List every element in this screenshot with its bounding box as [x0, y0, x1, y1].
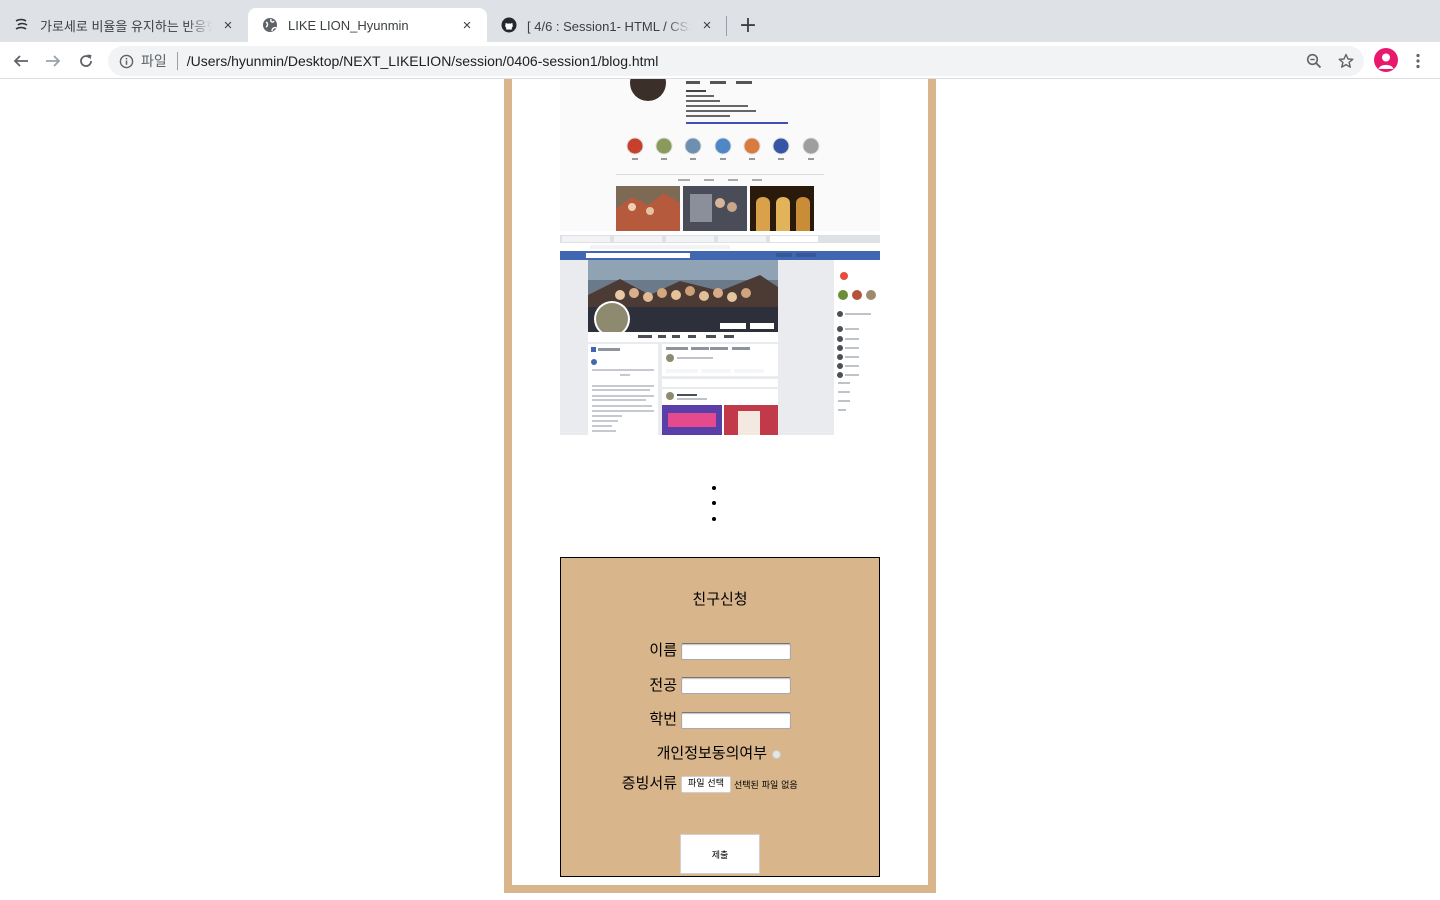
arrow-right-icon [46, 55, 61, 67]
ellipsis-dot [712, 517, 716, 521]
ellipsis-dot [712, 501, 716, 505]
url-text[interactable]: /Users/hyunmin/Desktop/NEXT_LIKELION/ses… [187, 53, 659, 69]
name-label: 이름 [649, 641, 677, 659]
file-choose-button[interactable]: 파일 선택 [681, 776, 731, 793]
facebook-profile-screenshot [560, 235, 880, 435]
forward-button[interactable] [40, 48, 66, 74]
github-icon [501, 17, 517, 33]
more-vert-icon [1416, 53, 1420, 69]
browser-toolbar: 파일 /Users/hyunmin/Desktop/NEXT_LIKELION/… [0, 42, 1440, 79]
zoom-icon[interactable] [1301, 46, 1327, 76]
major-label: 전공 [649, 676, 677, 694]
new-tab-button[interactable]: + [736, 13, 760, 38]
globe-icon [262, 17, 278, 33]
friend-request-form: 친구신청 이름 전공 학번 개인정보동의여부 증빙서류 파일 선택 선택된 파일… [560, 557, 880, 877]
address-bar[interactable]: 파일 /Users/hyunmin/Desktop/NEXT_LIKELION/… [108, 46, 1364, 76]
tab-title: LIKE LION_Hyunmin [288, 17, 409, 33]
address-divider [176, 52, 178, 70]
site-logo-icon [14, 17, 30, 33]
reload-icon [80, 54, 92, 67]
back-button[interactable] [8, 48, 34, 74]
arrow-left-icon [13, 55, 28, 67]
vertical-ellipsis [704, 479, 724, 529]
tab-title: [ 4/6 : Session1- HTML / CSS 기 [527, 18, 691, 34]
close-icon[interactable]: × [697, 15, 717, 35]
reload-button[interactable] [73, 48, 99, 74]
name-input[interactable] [681, 643, 791, 660]
scheme-label: 파일 [141, 53, 167, 69]
info-icon[interactable] [118, 53, 134, 69]
tab-github-session[interactable]: [ 4/6 : Session1- HTML / CSS 기 × [487, 8, 727, 42]
tab-separator [726, 16, 727, 36]
major-input[interactable] [681, 677, 791, 694]
page-viewport[interactable]: 친구신청 이름 전공 학번 개인정보동의여부 증빙서류 파일 선택 선택된 파일… [0, 79, 1440, 900]
profile-avatar[interactable] [1374, 48, 1398, 72]
close-icon[interactable]: × [218, 15, 238, 35]
close-icon[interactable]: × [457, 15, 477, 35]
browser-menu-button[interactable] [1406, 48, 1430, 74]
student-id-label: 학번 [649, 710, 677, 728]
tab-responsive-box[interactable]: 가로세로 비율을 유지하는 반응형 박스 × [0, 8, 248, 42]
bookmark-star-icon[interactable] [1333, 46, 1359, 76]
file-status-text: 선택된 파일 없음 [734, 781, 798, 791]
privacy-consent-radio[interactable] [772, 750, 781, 759]
tab-strip: 가로세로 비율을 유지하는 반응형 박스 × LIKE LION_Hyunmin… [0, 0, 1440, 42]
submit-button[interactable]: 제출 [680, 834, 760, 874]
person-icon [1378, 53, 1394, 69]
form-title: 친구신청 [692, 590, 748, 608]
tab-title: 가로세로 비율을 유지하는 반응형 박스 [40, 18, 212, 34]
student-id-input[interactable] [681, 712, 791, 729]
privacy-consent-label: 개인정보동의여부 [656, 744, 767, 762]
document-label: 증빙서류 [621, 774, 677, 792]
tab-like-lion[interactable]: LIKE LION_Hyunmin × [248, 8, 487, 42]
instagram-profile-screenshot [560, 79, 880, 231]
ellipsis-dot [712, 486, 716, 490]
